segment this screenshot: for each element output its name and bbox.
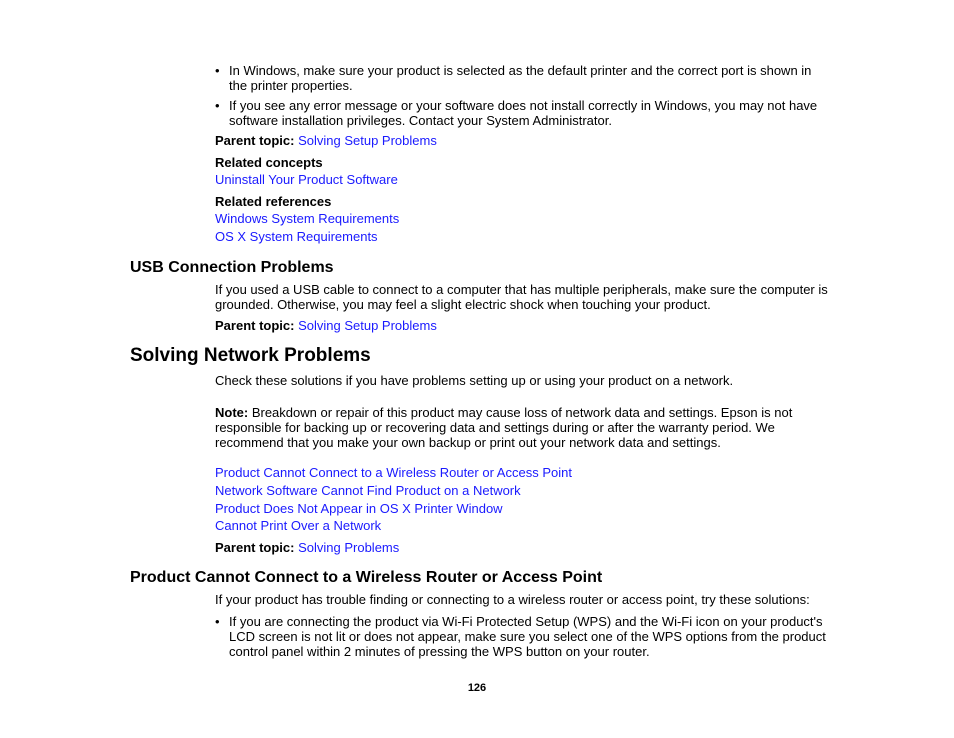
related-concept-link[interactable]: Uninstall Your Product Software [215, 172, 398, 187]
bullet-text: In Windows, make sure your product is se… [229, 63, 812, 93]
usb-section-heading: USB Connection Problems [130, 259, 334, 276]
network-topic-link[interactable]: Cannot Print Over a Network [215, 518, 381, 533]
usb-paragraph: If you used a USB cable to connect to a … [215, 282, 828, 312]
network-topic-link[interactable]: Product Does Not Appear in OS X Printer … [215, 501, 503, 516]
network-intro: Check these solutions if you have proble… [215, 373, 734, 388]
note-text: Breakdown or repair of this product may … [215, 405, 793, 450]
wireless-intro: If your product has trouble finding or c… [215, 592, 810, 607]
parent-topic-link[interactable]: Solving Setup Problems [298, 133, 437, 148]
bullet-icon: • [215, 614, 220, 629]
note-label: Note: [215, 405, 249, 420]
related-concepts-heading: Related concepts [215, 155, 323, 170]
parent-topic: Parent topic: Solving Setup Problems [215, 133, 830, 148]
related-reference-link[interactable]: Windows System Requirements [215, 211, 399, 226]
bullet-icon: • [215, 63, 220, 78]
bullet-text: If you see any error message or your sof… [229, 98, 818, 128]
parent-topic-link[interactable]: Solving Problems [298, 540, 399, 555]
network-topic-link[interactable]: Network Software Cannot Find Product on … [215, 483, 521, 498]
parent-topic-label: Parent topic: [215, 133, 295, 148]
parent-topic-label: Parent topic: [215, 540, 295, 555]
wireless-section-heading: Product Cannot Connect to a Wireless Rou… [130, 569, 603, 586]
note: Note: Breakdown or repair of this produc… [215, 405, 830, 450]
bullet-item: • If you are connecting the product via … [215, 614, 830, 659]
bullet-item: • If you see any error message or your s… [215, 98, 830, 128]
page-number: 126 [467, 682, 487, 694]
bullet-icon: • [215, 98, 220, 113]
network-section-heading: Solving Network Problems [130, 345, 371, 366]
related-reference-link[interactable]: OS X System Requirements [215, 229, 378, 244]
network-topic-link[interactable]: Product Cannot Connect to a Wireless Rou… [215, 465, 572, 480]
bullet-item: • In Windows, make sure your product is … [215, 63, 830, 93]
parent-topic-link[interactable]: Solving Setup Problems [298, 318, 437, 333]
related-references-heading: Related references [215, 194, 332, 209]
bullet-text: If you are connecting the product via Wi… [229, 614, 826, 659]
parent-topic: Parent topic: Solving Problems [215, 540, 830, 555]
parent-topic-label: Parent topic: [215, 318, 295, 333]
parent-topic: Parent topic: Solving Setup Problems [215, 318, 830, 333]
